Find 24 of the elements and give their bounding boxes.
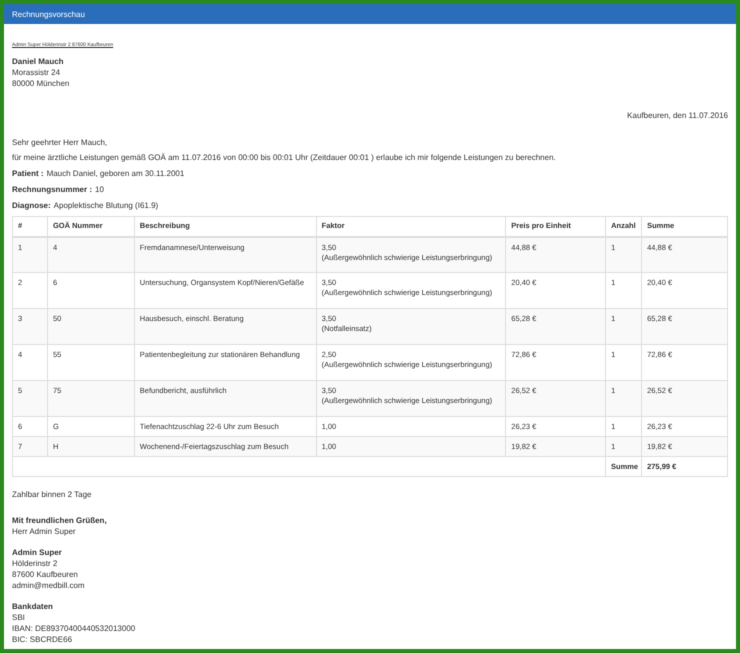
recipient-address-line: 80000 München	[12, 78, 70, 89]
bank-line: BIC: SBCRDE66	[12, 634, 74, 645]
intro-text: für meine ärztliche Leistungen gemäß GOÄ am 11.07.2016 von 00:00 bis 00:01 Uhr (Zeitdauer 00:01 ) erlaube ich mir folgende Leistungen zu berechnen.	[12, 152, 557, 163]
sender-line: admin@medbill.com	[12, 580, 86, 591]
payment-terms: Zahlbar binnen 2 Tage	[12, 489, 92, 500]
sender-line: 87600 Kaufbeuren	[12, 569, 79, 580]
greeting: Sehr geehrter Herr Mauch,	[12, 137, 108, 148]
bank-line: IBAN: DE89370400440532013000	[12, 623, 136, 634]
fact-value: Mauch Daniel, geboren am 30.11.2001	[46, 168, 184, 179]
sender-title: Admin Super	[12, 547, 63, 558]
fact-label: Rechnungsnummer :	[12, 184, 92, 195]
fact-value: Apoplektische Blutung (I61.9)	[54, 200, 158, 211]
sender-line: Hölderinstr 2	[12, 558, 58, 569]
closing-title: Mit freundlichen Grüßen,	[12, 515, 108, 526]
recipient-address-line: Morassistr 24	[12, 67, 62, 78]
panel-title: Rechnungsvorschau	[12, 8, 85, 20]
closing-line: Herr Admin Super	[12, 526, 77, 537]
recipient-name: Daniel Mauch	[12, 56, 65, 67]
bank-title: Bankdaten	[12, 601, 54, 612]
fact-label: Patient :	[12, 168, 44, 179]
fact-label: Diagnose:	[12, 200, 51, 211]
fact-value: 10	[95, 184, 104, 195]
invoice-date: Kaufbeuren, den 11.07.2016	[627, 110, 728, 121]
bank-line: SBI	[12, 612, 26, 623]
